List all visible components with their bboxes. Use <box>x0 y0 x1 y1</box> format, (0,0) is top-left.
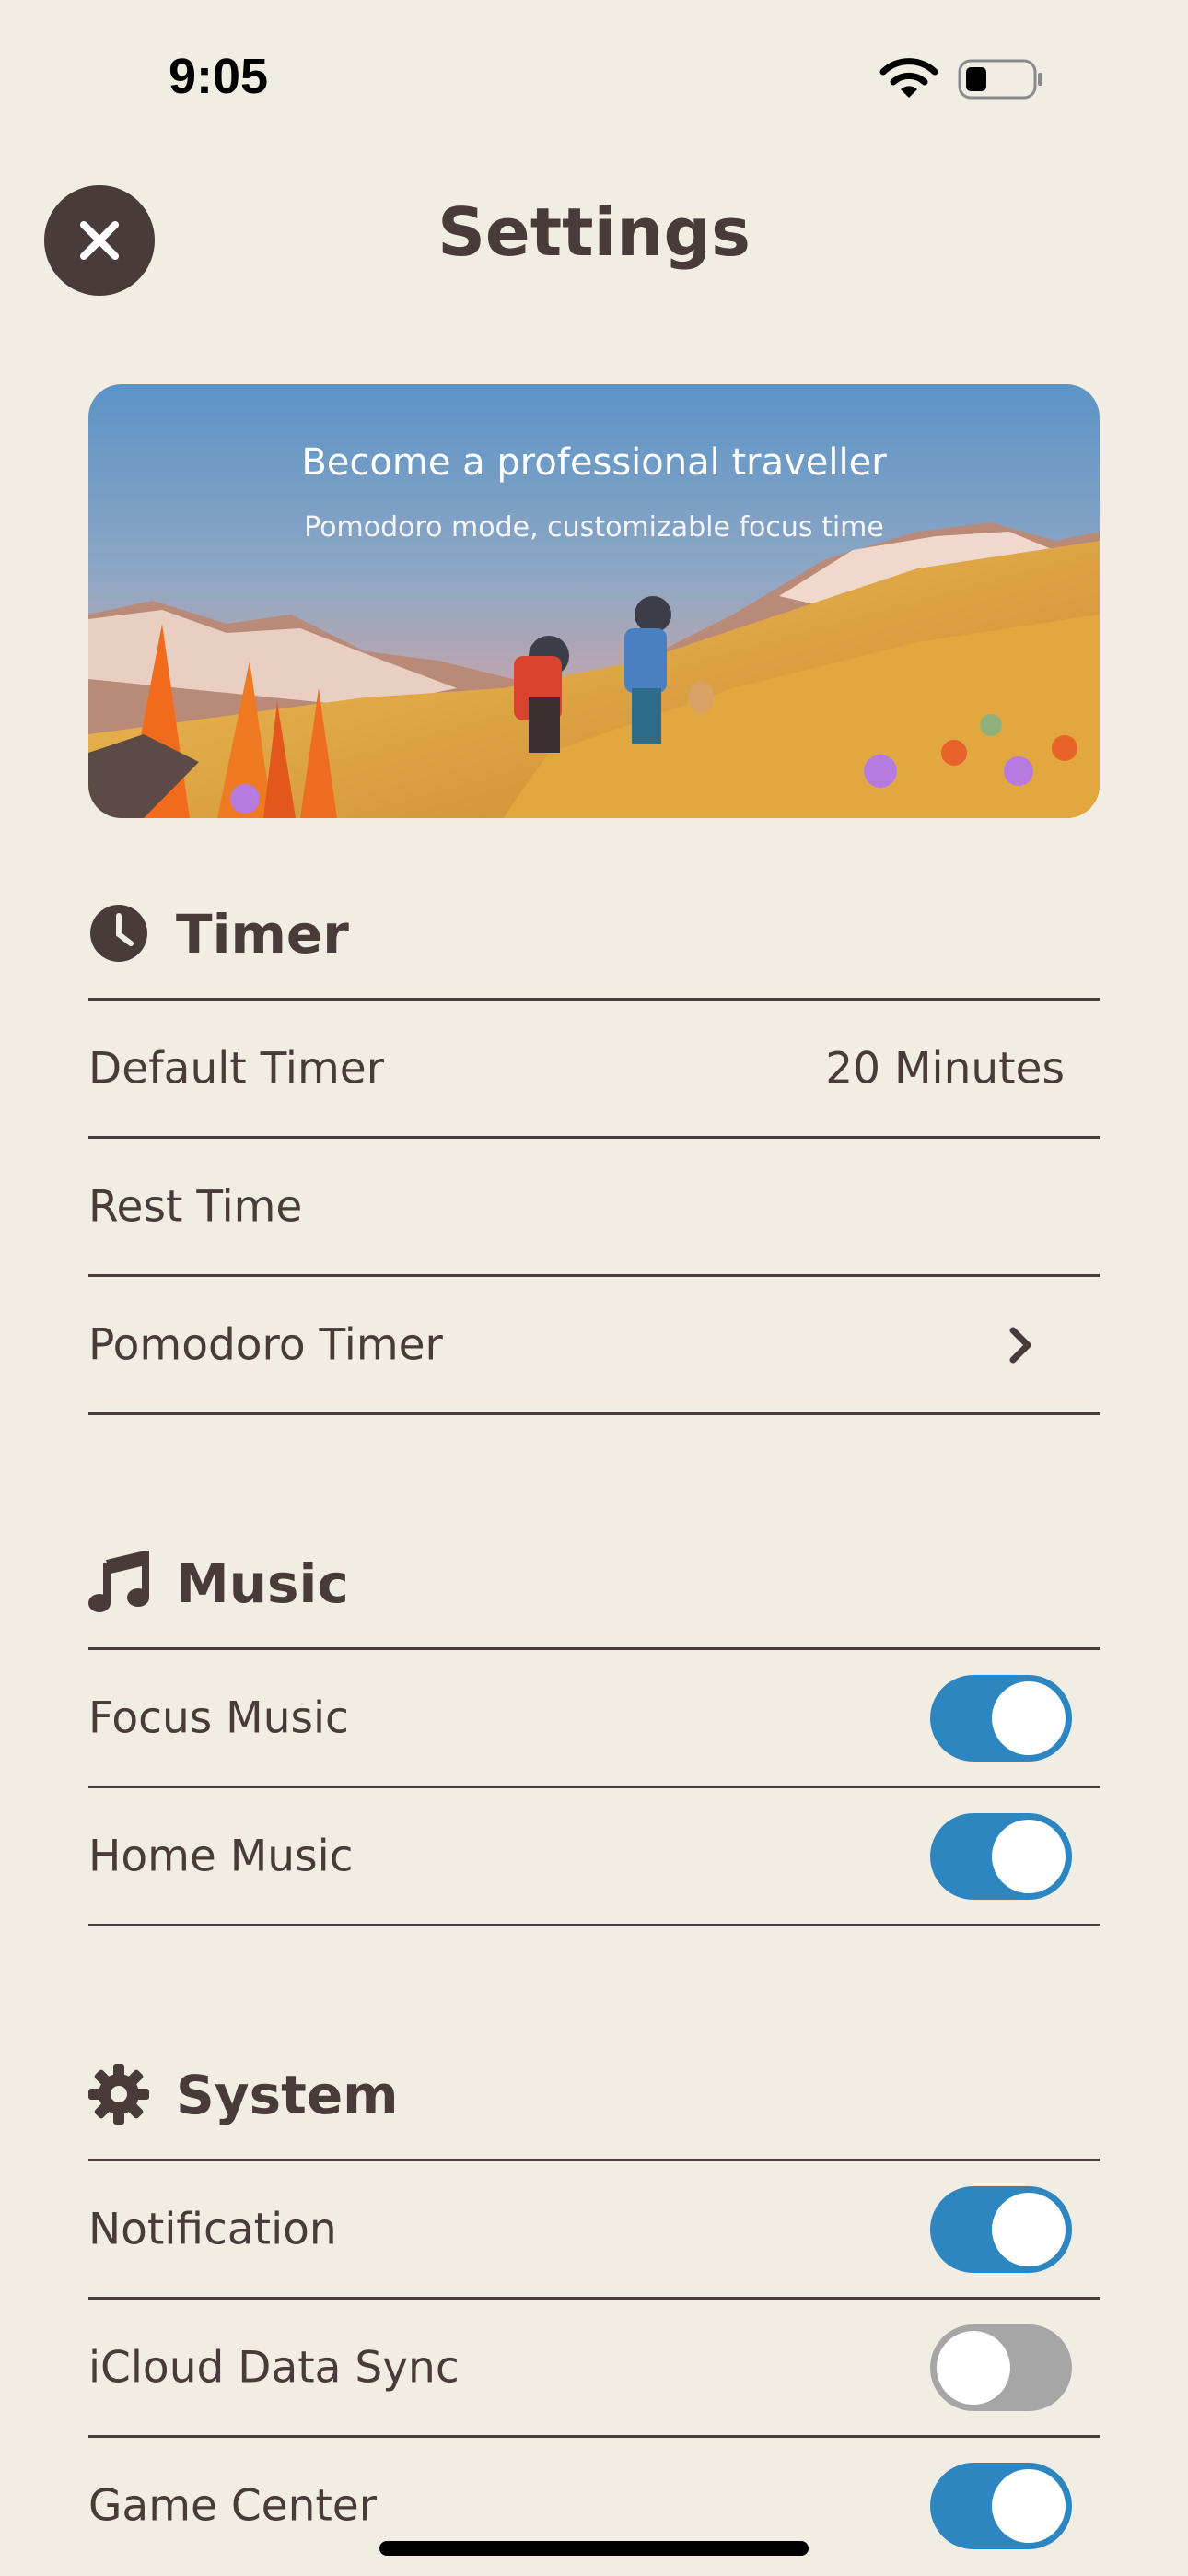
game-center-label: Game Center <box>88 2480 378 2531</box>
divider <box>88 1924 1100 1926</box>
icloud-sync-row: iCloud Data Sync <box>88 2300 1100 2435</box>
notification-toggle[interactable] <box>930 2185 1072 2273</box>
pomodoro-timer-label: Pomodoro Timer <box>88 1319 443 1370</box>
default-timer-label: Default Timer <box>88 1043 385 1094</box>
focus-music-toggle[interactable] <box>930 1674 1072 1762</box>
chevron-right-icon <box>1009 1327 1031 1363</box>
focus-music-label: Focus Music <box>88 1692 349 1743</box>
section-header-system: System <box>88 2045 1100 2137</box>
promo-banner[interactable]: Become a professional traveller Pomodoro… <box>88 384 1100 818</box>
status-time: 9:05 <box>169 49 269 104</box>
section-title-system: System <box>176 2064 399 2126</box>
toggle-knob <box>992 2192 1066 2266</box>
section-header-music: Music <box>88 1534 1100 1626</box>
clock-icon <box>90 905 147 962</box>
toggle-knob <box>992 1680 1066 1755</box>
game-center-toggle[interactable] <box>930 2462 1072 2549</box>
focus-music-row: Focus Music <box>88 1650 1100 1786</box>
divider <box>88 1412 1100 1415</box>
home-music-row: Home Music <box>88 1788 1100 1924</box>
toggle-knob <box>992 2468 1066 2543</box>
icloud-sync-label: iCloud Data Sync <box>88 2342 460 2393</box>
banner-title: Become a professional traveller <box>301 441 887 484</box>
gear-icon <box>88 2064 149 2125</box>
banner-subtitle: Pomodoro mode, customizable focus time <box>304 511 884 544</box>
toggle-knob <box>937 2330 1010 2405</box>
section-title-music: Music <box>176 1552 349 1615</box>
notification-label: Notification <box>88 2204 337 2254</box>
icloud-sync-toggle[interactable] <box>930 2324 1072 2411</box>
rest-time-row[interactable]: Rest Time <box>88 1139 1100 1274</box>
status-bar: 9:05 <box>0 0 1188 157</box>
section-header-timer: Timer <box>88 884 1100 977</box>
battery-icon <box>958 59 1042 100</box>
notification-row: Notification <box>88 2161 1100 2297</box>
section-title-timer: Timer <box>176 903 349 966</box>
wifi-icon <box>879 58 938 98</box>
home-music-label: Home Music <box>88 1831 354 1881</box>
toggle-knob <box>992 1819 1066 1893</box>
home-indicator <box>379 2541 809 2556</box>
rest-time-label: Rest Time <box>88 1181 303 1232</box>
default-timer-row[interactable]: Default Timer 20 Minutes <box>88 1001 1100 1136</box>
default-timer-value: 20 Minutes <box>825 1043 1065 1094</box>
home-music-toggle[interactable] <box>930 1812 1072 1900</box>
pomodoro-timer-row[interactable]: Pomodoro Timer <box>88 1277 1100 1412</box>
music-note-icon <box>88 1551 149 1612</box>
page-title: Settings <box>437 193 751 271</box>
